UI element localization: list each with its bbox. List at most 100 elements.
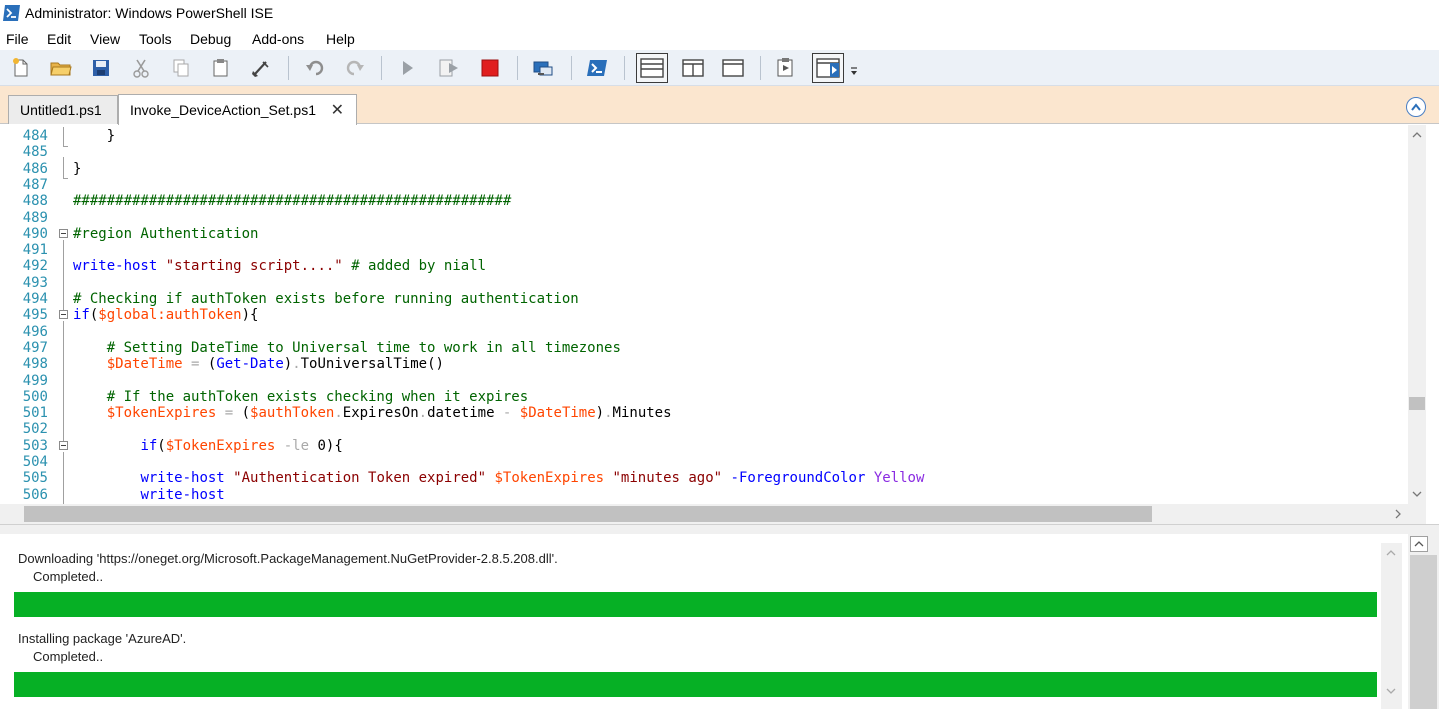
- line-number: 490: [22, 225, 48, 242]
- code-token: .: [418, 405, 428, 422]
- collapse-block-icon[interactable]: [59, 441, 68, 450]
- toolbar-separator: [288, 56, 289, 80]
- start-powershell-icon[interactable]: [584, 55, 610, 81]
- scroll-down-icon[interactable]: [1408, 486, 1426, 502]
- console-status: Completed..: [33, 649, 104, 664]
- collapse-script-pane-icon[interactable]: [1406, 97, 1426, 117]
- console-message: Installing package 'AzureAD'.: [18, 631, 187, 646]
- code-token: if: [140, 437, 158, 454]
- menu-view[interactable]: View: [90, 31, 120, 47]
- menu-tools[interactable]: Tools: [139, 31, 172, 47]
- menu-file[interactable]: File: [6, 31, 29, 47]
- new-file-icon[interactable]: [8, 55, 34, 81]
- fold-gutter: [56, 125, 70, 504]
- console-vertical-scrollbar[interactable]: [1408, 534, 1439, 709]
- title-bar: Administrator: Windows PowerShell ISE: [0, 0, 1439, 28]
- line-number: 498: [22, 356, 48, 373]
- clear-icon[interactable]: [248, 55, 274, 81]
- collapse-region-icon[interactable]: [59, 229, 68, 238]
- line-number: 501: [22, 405, 48, 422]
- line-number: 503: [22, 437, 48, 454]
- menu-add-ons[interactable]: Add-ons: [252, 31, 304, 47]
- code-token: $global:authToken: [98, 307, 242, 324]
- code-line: }: [73, 161, 81, 177]
- paste-icon[interactable]: [208, 55, 234, 81]
- open-folder-icon[interactable]: [48, 55, 74, 81]
- line-number: 484: [22, 128, 48, 144]
- scroll-up-icon[interactable]: [1410, 536, 1428, 552]
- fold-guide: [63, 321, 64, 441]
- show-script-top-icon[interactable]: [636, 53, 668, 83]
- line-number-gutter: 484 485 486 487 488 489 490 491 492 493 494 495 496 4…: [0, 125, 52, 504]
- menu-debug[interactable]: Debug: [190, 31, 231, 47]
- redo-icon[interactable]: [342, 55, 368, 81]
- undo-icon[interactable]: [302, 55, 328, 81]
- new-remote-tab-icon[interactable]: [530, 55, 556, 81]
- code-token: "Authentication Token expired": [233, 470, 487, 487]
- console-pane[interactable]: Downloading 'https://oneget.org/Microsof…: [0, 534, 1408, 709]
- cut-icon[interactable]: [128, 55, 154, 81]
- menu-edit[interactable]: Edit: [47, 31, 71, 47]
- console-inner-scrollbar[interactable]: [1381, 543, 1402, 709]
- code-token: -: [494, 405, 520, 422]
- menu-help[interactable]: Help: [326, 31, 355, 47]
- copy-icon[interactable]: [168, 55, 194, 81]
- code-token: (: [157, 437, 166, 454]
- scroll-down-icon[interactable]: [1382, 683, 1400, 699]
- code-token: $TokenExpires: [494, 470, 605, 487]
- scroll-right-icon[interactable]: [1390, 506, 1406, 522]
- scrollbar-thumb[interactable]: [1410, 555, 1437, 709]
- code-token: -le: [275, 437, 318, 454]
- code-line: }: [73, 128, 115, 144]
- code-token: =: [182, 356, 208, 373]
- code-token: 0: [317, 437, 326, 454]
- toolbar-overflow-icon[interactable]: [848, 64, 860, 78]
- scrollbar-thumb[interactable]: [1409, 397, 1425, 410]
- console-status: Completed..: [33, 569, 104, 584]
- scroll-up-icon[interactable]: [1382, 545, 1400, 561]
- toolbar-separator: [760, 56, 761, 80]
- tab-untitled1[interactable]: Untitled1.ps1: [8, 95, 118, 124]
- code-token: $TokenExpires: [106, 405, 217, 422]
- toolbar-separator: [624, 56, 625, 80]
- code-token: }: [73, 160, 82, 177]
- show-script-maximized-icon[interactable]: [720, 55, 746, 81]
- window-title: Administrator: Windows PowerShell ISE: [25, 5, 274, 21]
- save-icon[interactable]: [88, 55, 114, 81]
- code-line: if($TokenExpires -le 0){: [73, 437, 342, 454]
- editor-vertical-scrollbar[interactable]: [1408, 125, 1426, 504]
- editor-horizontal-scrollbar[interactable]: [0, 504, 1426, 524]
- stop-icon[interactable]: [477, 55, 503, 81]
- scrollbar-thumb[interactable]: [24, 506, 1152, 522]
- close-tab-icon[interactable]: ✕: [331, 100, 344, 119]
- line-number: 488: [22, 193, 48, 210]
- line-number: 499: [22, 372, 48, 389]
- show-command-window-icon[interactable]: [773, 55, 799, 81]
- tab-label: Invoke_DeviceAction_Set.ps1: [130, 102, 316, 118]
- line-number: 486: [22, 160, 48, 177]
- script-editor[interactable]: 484 485 486 487 488 489 490 491 492 493 494 495 496 4…: [0, 125, 1408, 504]
- code-token: # If the authToken exists checking when …: [73, 388, 529, 405]
- run-script-icon[interactable]: [394, 55, 420, 81]
- pane-splitter[interactable]: [0, 524, 1439, 534]
- tab-invoke-deviceaction-set[interactable]: Invoke_DeviceAction_Set.ps1 ✕: [118, 94, 357, 125]
- code-token: ): [595, 405, 605, 422]
- line-number: 505: [22, 470, 48, 487]
- line-number: 492: [22, 258, 48, 275]
- scroll-up-icon[interactable]: [1408, 127, 1426, 143]
- code-token: ){: [241, 307, 259, 324]
- code-line: # Checking if authToken exists before ru…: [73, 291, 579, 307]
- collapse-block-icon[interactable]: [59, 310, 68, 319]
- line-number: 504: [22, 454, 48, 470]
- show-command-addon-icon[interactable]: [812, 53, 844, 83]
- show-script-right-icon[interactable]: [680, 55, 706, 81]
- run-selection-icon[interactable]: [436, 55, 462, 81]
- code-line: $TokenExpires = ($authToken.ExpiresOn.da…: [73, 405, 672, 421]
- code-token: $DateTime: [106, 356, 183, 373]
- line-number: 497: [22, 339, 48, 356]
- code-token: if: [73, 307, 90, 324]
- code-line: # If the authToken exists checking when …: [73, 389, 528, 405]
